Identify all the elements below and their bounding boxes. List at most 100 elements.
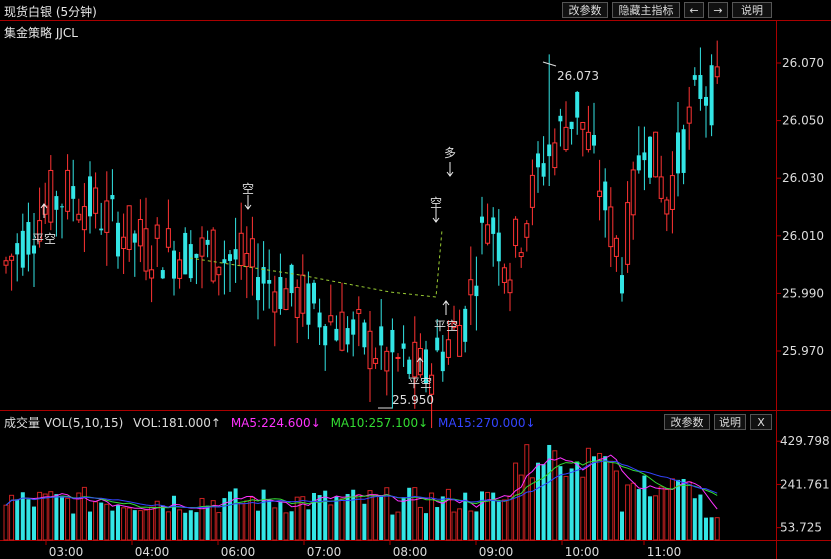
volume-bar bbox=[569, 468, 574, 540]
candle-body bbox=[592, 134, 596, 146]
volume-bar bbox=[424, 513, 428, 540]
volume-bar bbox=[563, 475, 569, 541]
time-axis-label: 04:00 bbox=[135, 545, 170, 559]
volume-bar bbox=[681, 478, 686, 540]
candle-body bbox=[132, 233, 137, 243]
candle-body bbox=[513, 218, 519, 247]
candle-body bbox=[300, 274, 306, 314]
candle-body bbox=[194, 253, 199, 258]
volume-bar bbox=[474, 511, 479, 540]
volume-bar bbox=[126, 507, 132, 541]
candle-body bbox=[367, 330, 373, 370]
candle-body bbox=[569, 121, 574, 130]
candle-body bbox=[457, 324, 463, 357]
candle-body bbox=[501, 267, 507, 283]
candle-body bbox=[76, 213, 82, 221]
volume-bar bbox=[575, 461, 580, 540]
volume-bar bbox=[238, 503, 244, 541]
volume-bar bbox=[529, 477, 535, 541]
candle-body bbox=[71, 186, 76, 199]
volume-bar bbox=[312, 492, 316, 540]
volume-bar bbox=[580, 476, 586, 541]
candle-body bbox=[625, 202, 631, 265]
time-axis-label: 07:00 bbox=[307, 545, 342, 559]
candle-body bbox=[54, 196, 59, 210]
candle-body bbox=[552, 142, 558, 169]
volume-bar bbox=[395, 511, 401, 541]
volume-bar bbox=[194, 512, 199, 540]
volume-bar bbox=[323, 490, 328, 540]
signal-arrow-icon bbox=[442, 300, 450, 315]
candle-body bbox=[558, 115, 563, 122]
price-axis-label: 26.050 bbox=[782, 114, 824, 128]
candle-body bbox=[99, 228, 104, 231]
candle-body bbox=[3, 260, 9, 266]
volume-bar bbox=[172, 495, 176, 540]
volume-bar bbox=[709, 517, 714, 540]
volume-bar bbox=[704, 517, 708, 540]
volume-bar bbox=[32, 506, 36, 540]
candle-body bbox=[110, 195, 115, 200]
volume-bar bbox=[165, 511, 171, 541]
volume-bar bbox=[417, 506, 423, 541]
candle-body bbox=[312, 282, 316, 304]
candle-body bbox=[463, 308, 468, 342]
candle-body bbox=[233, 249, 238, 260]
candle-body bbox=[580, 122, 586, 130]
volume-bar bbox=[54, 494, 59, 540]
volume-bar bbox=[244, 500, 250, 541]
signal-label: 平空 bbox=[32, 232, 56, 246]
volume-bar bbox=[496, 501, 501, 540]
volume-edit-params-button[interactable]: 改参数 bbox=[664, 414, 710, 430]
signal-label: 空 bbox=[242, 182, 254, 196]
candle-body bbox=[669, 175, 675, 210]
ma5-value: MA5:224.600↓ bbox=[230, 416, 321, 430]
volume-bar bbox=[362, 503, 367, 540]
volume-bar bbox=[480, 491, 484, 540]
candle-body bbox=[541, 163, 546, 177]
candle-body bbox=[496, 232, 501, 262]
candle-body bbox=[210, 229, 216, 282]
volume-bar bbox=[339, 498, 345, 541]
candle-body bbox=[608, 206, 614, 248]
candle-body bbox=[630, 169, 636, 216]
volume-bar bbox=[328, 504, 334, 541]
volume-bar bbox=[558, 466, 563, 540]
volume-bars bbox=[3, 444, 720, 541]
price-axis-label: 26.070 bbox=[782, 56, 824, 70]
candle-body bbox=[384, 350, 390, 372]
candle-body bbox=[143, 228, 149, 272]
candle-body bbox=[642, 152, 647, 161]
candle-body bbox=[88, 176, 92, 217]
volume-bar bbox=[15, 499, 20, 540]
candle-body bbox=[585, 131, 591, 151]
volume-bar bbox=[642, 475, 647, 540]
volume-bar bbox=[20, 492, 25, 540]
candle-body bbox=[356, 309, 362, 314]
volume-bar bbox=[379, 495, 384, 540]
volume-bar bbox=[294, 496, 300, 541]
candle-body bbox=[323, 326, 328, 346]
price-axis-label: 25.990 bbox=[782, 286, 824, 300]
volume-bar bbox=[267, 500, 272, 540]
volume-help-button[interactable]: 说明 bbox=[714, 414, 746, 430]
candle-body bbox=[267, 280, 272, 284]
candle-body bbox=[518, 252, 524, 258]
candle-body bbox=[154, 224, 160, 239]
candle-body bbox=[603, 181, 608, 211]
ma10-value: MA10:257.100↓ bbox=[330, 416, 429, 430]
volume-bar bbox=[81, 486, 87, 541]
candle-body bbox=[238, 232, 244, 267]
candlestick-chart[interactable]: 26.070 26.050 26.030 26.010 25.990 25.970 26.0… bbox=[0, 0, 831, 559]
volume-bar bbox=[199, 497, 205, 541]
signal-label: 平空 bbox=[434, 319, 458, 333]
volume-bar bbox=[104, 503, 110, 541]
volume-close-button[interactable]: X bbox=[750, 414, 772, 430]
candle-body bbox=[345, 328, 350, 345]
volume-bar bbox=[541, 464, 546, 540]
volume-bar bbox=[278, 501, 283, 540]
candle-body bbox=[480, 216, 484, 223]
signal-label: 多 bbox=[444, 146, 456, 160]
candle-body bbox=[172, 250, 176, 279]
candle-body bbox=[485, 224, 491, 244]
